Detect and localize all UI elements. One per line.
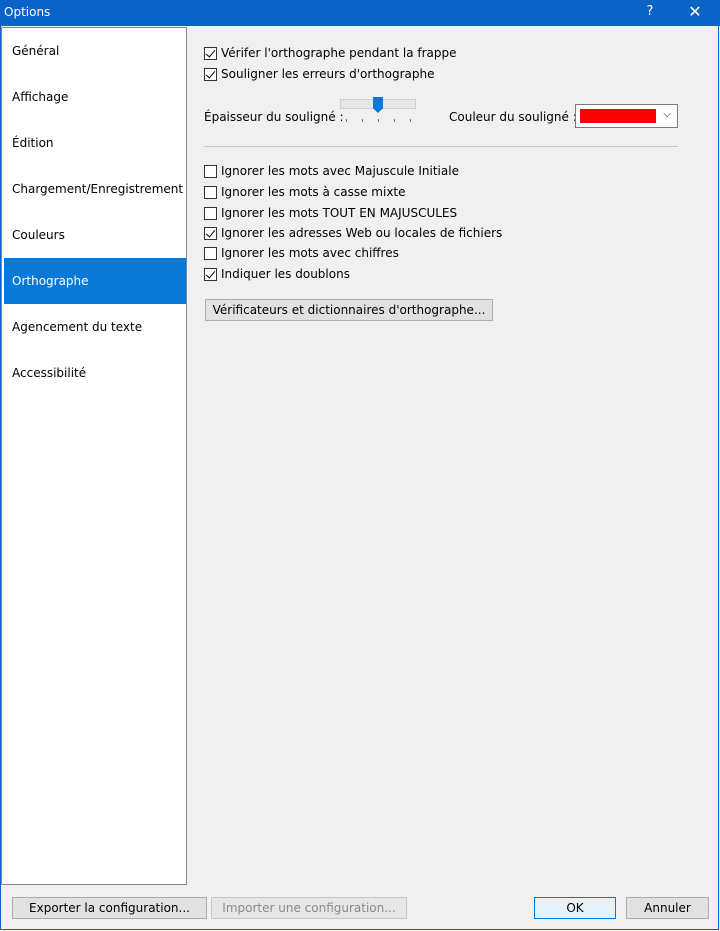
sidebar-item-couleurs[interactable]: Couleurs [4, 212, 186, 258]
color-swatch [580, 109, 656, 123]
checkbox-box[interactable] [204, 164, 217, 178]
close-icon[interactable]: ✕ [684, 2, 706, 21]
checkbox-label: Ignorer les mots à casse mixte [221, 185, 406, 199]
ignore-mixed-case-checkbox[interactable]: Ignorer les mots à casse mixte [204, 183, 406, 201]
slider-tick [410, 119, 411, 122]
chevron-down-icon: ⌵ [663, 109, 671, 120]
checkbox-label: Souligner les erreurs d'orthographe [221, 67, 435, 81]
checkbox-label: Indiquer les doublons [221, 267, 350, 281]
sidebar-item-affichage[interactable]: Affichage [4, 74, 186, 120]
checkbox-box[interactable] [204, 226, 217, 240]
sidebar-item-agencement[interactable]: Agencement du texte [4, 304, 186, 350]
ignore-urls-checkbox[interactable]: Ignorer les adresses Web ou locales de f… [204, 224, 502, 242]
checkbox-label: Ignorer les mots avec Majuscule Initiale [221, 164, 459, 178]
section-divider [204, 146, 678, 147]
thickness-label: Épaisseur du souligné : [204, 110, 344, 124]
sidebar: Général Affichage Édition Chargement/Enr… [1, 27, 187, 885]
slider-tick [362, 119, 363, 122]
spelling-panel: Vérifer l'orthographe pendant la frappe … [188, 27, 718, 885]
slider-tick [346, 119, 347, 122]
help-icon[interactable]: ? [642, 4, 658, 19]
dictionaries-button[interactable]: Vérificateurs et dictionnaires d'orthogr… [205, 299, 493, 321]
checkbox-label: Vérifer l'orthographe pendant la frappe [221, 46, 457, 60]
slider-tick [378, 119, 379, 122]
checkbox-box[interactable] [204, 46, 217, 60]
sidebar-item-chargement[interactable]: Chargement/Enregistrement [4, 166, 186, 212]
checkbox-box[interactable] [204, 246, 217, 260]
ok-button[interactable]: OK [534, 897, 616, 919]
ignore-initial-caps-checkbox[interactable]: Ignorer les mots avec Majuscule Initiale [204, 162, 459, 180]
sidebar-item-edition[interactable]: Édition [4, 120, 186, 166]
flag-repeated-words-checkbox[interactable]: Indiquer les doublons [204, 265, 350, 283]
cancel-button[interactable]: Annuler [626, 897, 709, 919]
ignore-all-caps-checkbox[interactable]: Ignorer les mots TOUT EN MAJUSCULES [204, 204, 457, 222]
checkbox-label: Ignorer les adresses Web ou locales de f… [221, 226, 503, 240]
checkbox-box[interactable] [204, 67, 217, 81]
slider-thumb[interactable] [373, 97, 383, 113]
title-bar: Options ? ✕ [0, 0, 720, 26]
checkbox-box[interactable] [204, 267, 217, 281]
sidebar-item-general[interactable]: Général [4, 28, 186, 74]
underline-errors-checkbox[interactable]: Souligner les erreurs d'orthographe [204, 65, 435, 83]
export-config-button[interactable]: Exporter la configuration... [12, 897, 207, 919]
sidebar-item-accessibilite[interactable]: Accessibilité [4, 350, 186, 396]
window-title: Options [4, 5, 51, 19]
slider-tick [394, 119, 395, 122]
thickness-slider[interactable] [340, 97, 416, 125]
color-label: Couleur du souligné : [449, 110, 577, 124]
checkbox-box[interactable] [204, 185, 217, 199]
checkbox-box[interactable] [204, 206, 217, 220]
ignore-numbers-checkbox[interactable]: Ignorer les mots avec chiffres [204, 244, 399, 262]
sidebar-item-orthographe[interactable]: Orthographe [4, 258, 186, 304]
checkbox-label: Ignorer les mots TOUT EN MAJUSCULES [221, 206, 458, 220]
check-while-typing-checkbox[interactable]: Vérifer l'orthographe pendant la frappe [204, 44, 457, 62]
underline-color-dropdown[interactable]: ⌵ [575, 104, 678, 128]
import-config-button[interactable]: Importer une configuration... [211, 897, 407, 919]
checkbox-label: Ignorer les mots avec chiffres [221, 246, 399, 260]
